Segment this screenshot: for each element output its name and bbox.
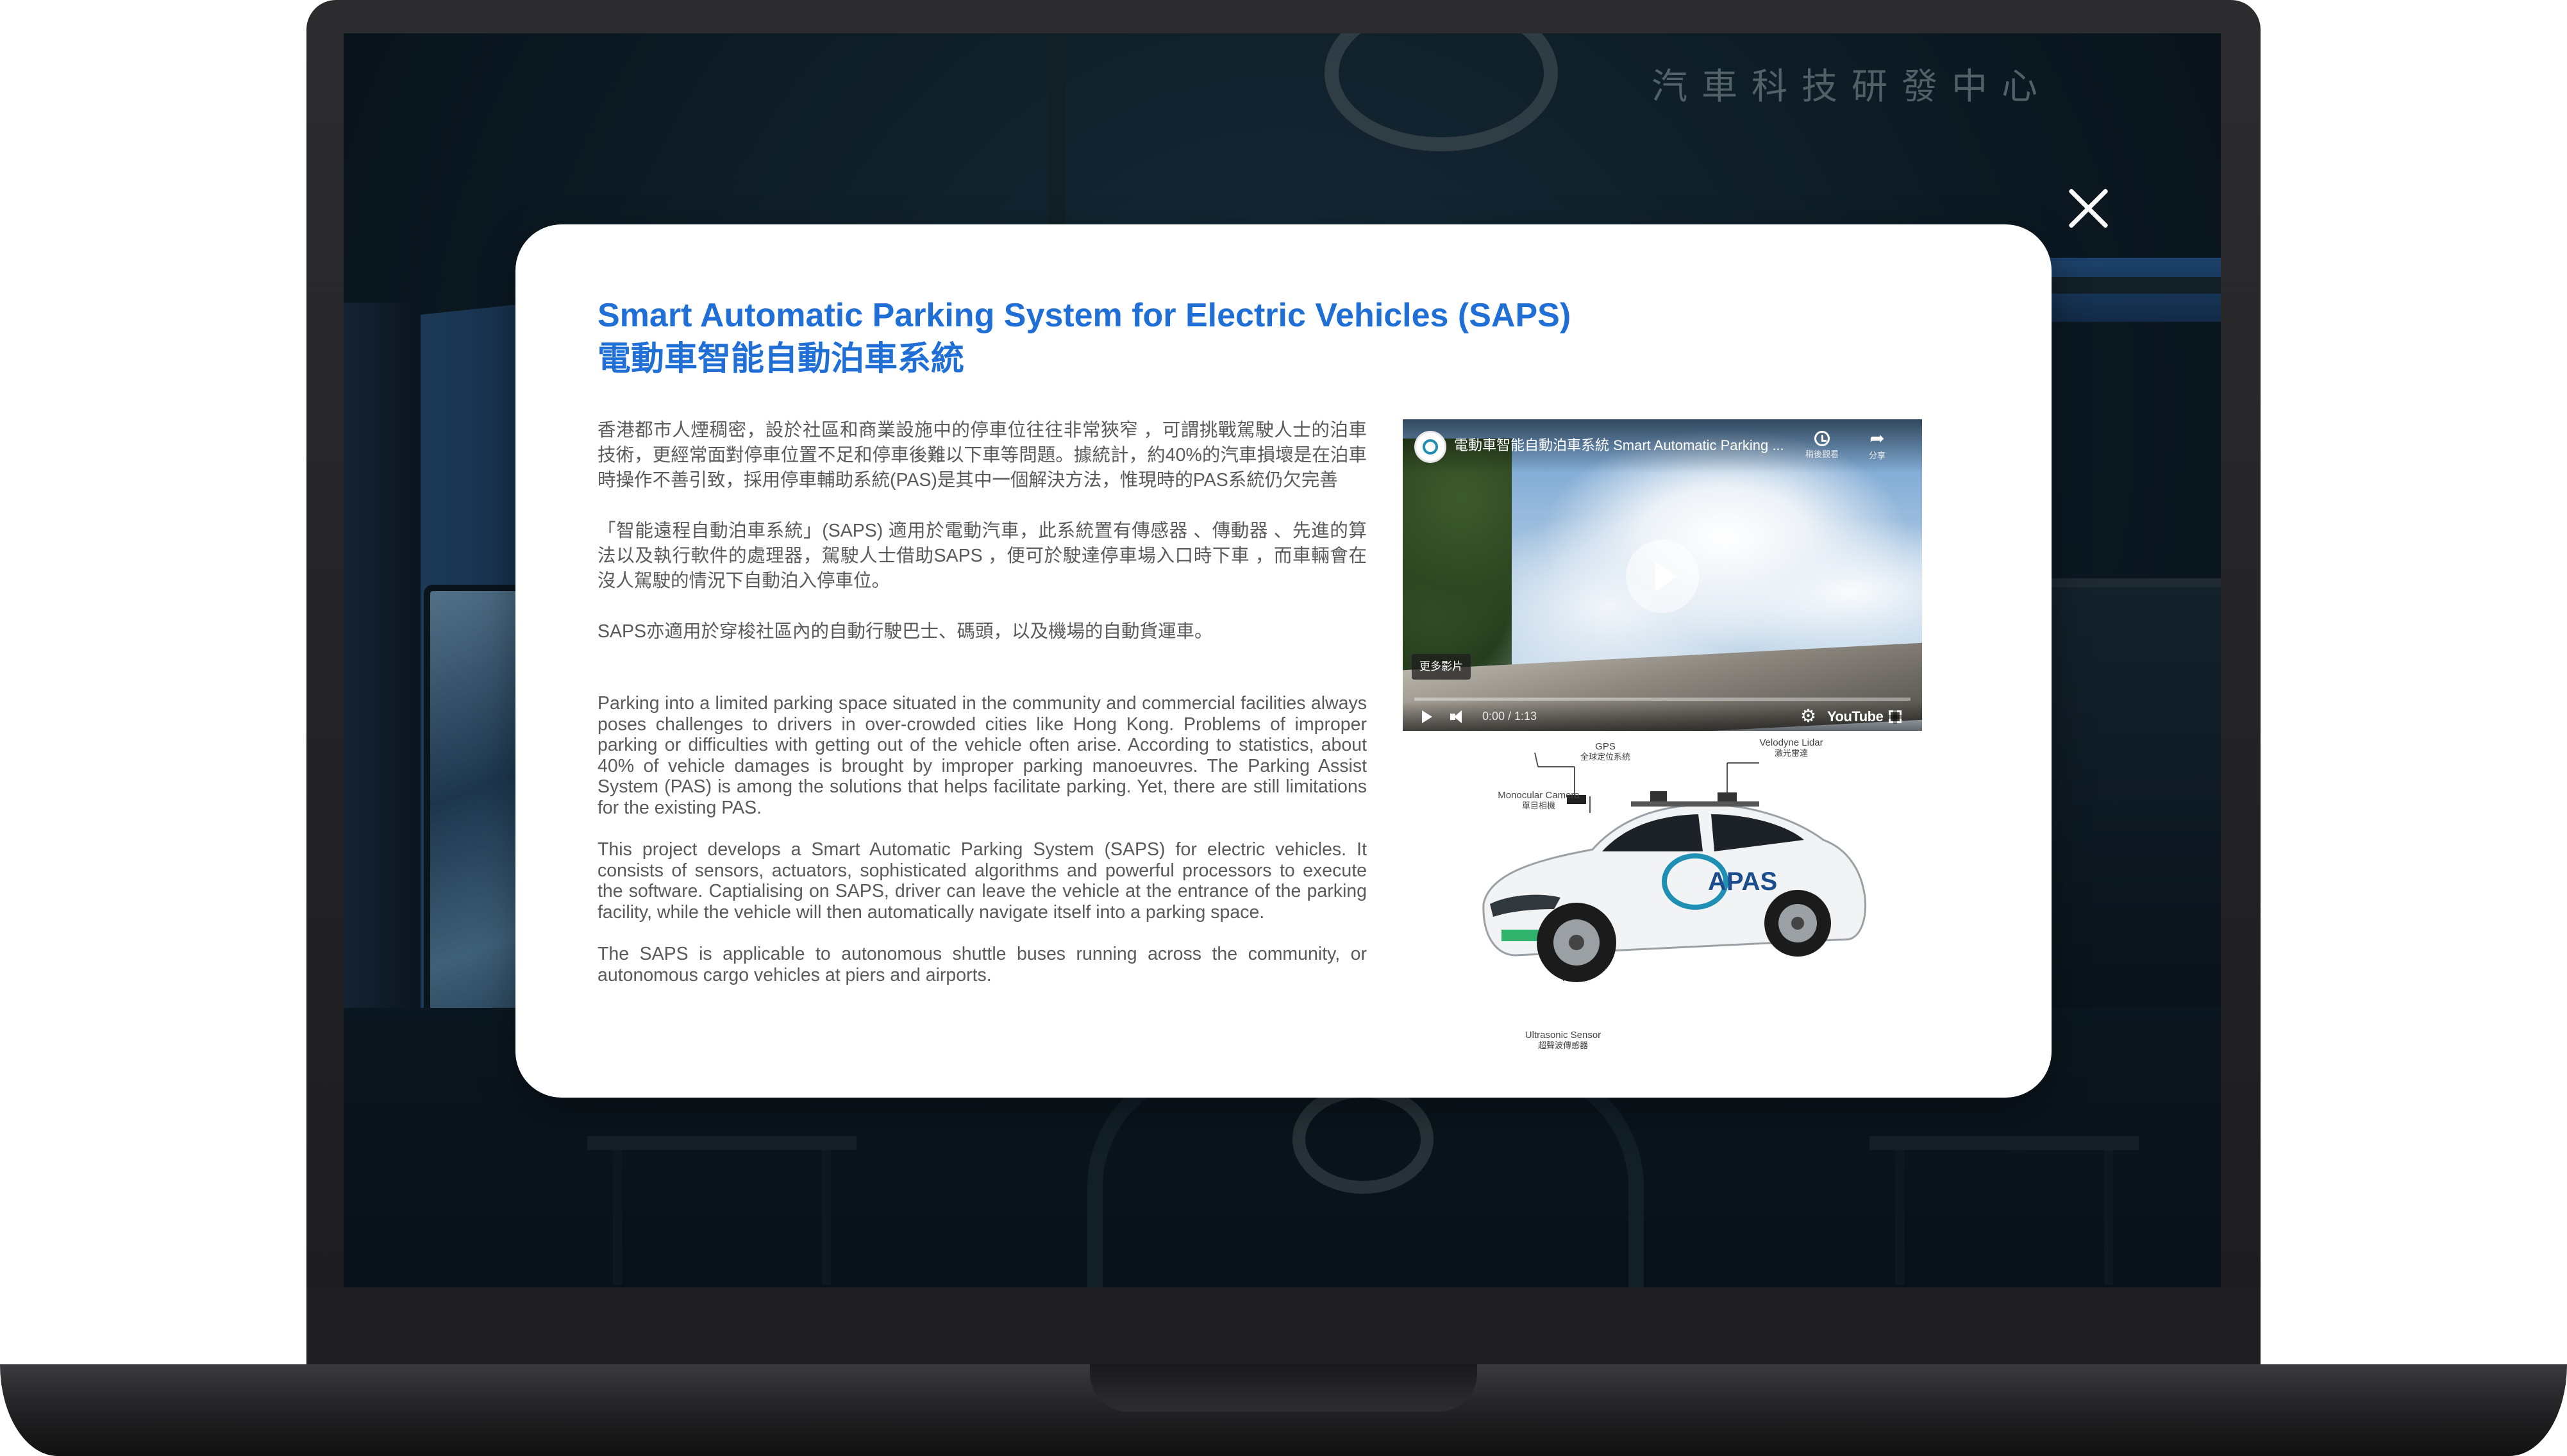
car-sensor-diagram: APAS GPS 全球定位系統 Velodyne Lidar 激光雷達 Mono… bbox=[1464, 737, 1887, 1064]
watch-later-button[interactable]: 稍後觀看 bbox=[1804, 428, 1840, 469]
laptop-bezel bbox=[306, 1287, 2261, 1372]
camera-label-en: Monocular Camera bbox=[1498, 790, 1580, 801]
share-button[interactable]: ➦ 分享 bbox=[1859, 428, 1895, 469]
clock-icon bbox=[1814, 431, 1830, 446]
youtube-video-player[interactable]: 電動車智能自動泊車系統 Smart Automatic Parking ... … bbox=[1403, 419, 1922, 731]
ultrasonic-label-en: Ultrasonic Sensor bbox=[1525, 1030, 1601, 1041]
project-modal: Smart Automatic Parking System for Elect… bbox=[515, 224, 2052, 1098]
title-chinese: 電動車智能自動泊車系統 bbox=[598, 340, 965, 378]
camera-label-zh: 單目相機 bbox=[1521, 801, 1555, 810]
play-icon[interactable] bbox=[1627, 541, 1698, 612]
ultrasonic-label-zh: 超聲波傳感器 bbox=[1537, 1041, 1588, 1050]
title-english: Smart Automatic Parking System for Elect… bbox=[598, 297, 1571, 334]
settings-gear-icon[interactable]: ⚙ bbox=[1800, 707, 1816, 726]
video-progress-bar[interactable] bbox=[1414, 698, 1911, 701]
description-column: 香港都市人煙稠密，設於社區和商業設施中的停車位往往非常狹窄 ，可謂挑戰駕駛人士的… bbox=[598, 418, 1367, 1007]
en-paragraph: This project develops a Smart Automatic … bbox=[598, 839, 1367, 923]
video-controls: 0:00 / 1:13 ⚙ YouTube bbox=[1403, 701, 1922, 731]
share-arrow-icon: ➦ bbox=[1869, 428, 1885, 448]
zh-paragraph: SAPS亦適用於穿梭社區內的自動行駛巴士、碼頭，以及機場的自動貨運車。 bbox=[598, 621, 1213, 642]
share-label: 分享 bbox=[1868, 451, 1886, 460]
gps-label: GPS 全球定位系統 bbox=[1567, 741, 1644, 762]
lidar-label: Velodyne Lidar 激光雷達 bbox=[1721, 737, 1862, 758]
ultrasonic-label: Ultrasonic Sensor 超聲波傳感器 bbox=[1493, 1030, 1634, 1051]
gps-label-zh: 全球定位系統 bbox=[1580, 752, 1630, 762]
zh-paragraph: 香港都市人煙稠密，設於社區和商業設施中的停車位往往非常狹窄 ，可謂挑戰駕駛人士的… bbox=[598, 420, 1367, 490]
fullscreen-icon[interactable] bbox=[1888, 710, 1902, 724]
video-title[interactable]: 電動車智能自動泊車系統 Smart Automatic Parking ... bbox=[1454, 436, 1800, 455]
en-paragraph: The SAPS is applicable to autonomous shu… bbox=[598, 944, 1367, 985]
more-videos-button[interactable]: 更多影片 bbox=[1412, 654, 1471, 680]
watch-later-label: 稍後觀看 bbox=[1805, 449, 1839, 459]
close-button[interactable] bbox=[2064, 185, 2112, 232]
laptop-notch bbox=[1090, 1364, 1477, 1412]
channel-avatar[interactable] bbox=[1414, 431, 1446, 463]
lidar-label-zh: 激光雷達 bbox=[1774, 748, 1808, 758]
zh-paragraph: 「智能遠程自動泊車系統」(SAPS) 適用於電動汽車，此系統置有傳感器 、傳動器… bbox=[598, 521, 1367, 591]
youtube-logo[interactable]: YouTube bbox=[1827, 708, 1884, 726]
modal-title: Smart Automatic Parking System for Elect… bbox=[598, 294, 1687, 381]
english-description: Parking into a limited parking space sit… bbox=[598, 693, 1367, 985]
volume-icon[interactable] bbox=[1450, 709, 1466, 724]
en-paragraph: Parking into a limited parking space sit… bbox=[598, 693, 1367, 818]
lidar-label-en: Velodyne Lidar bbox=[1759, 737, 1823, 748]
video-time: 0:00 / 1:13 bbox=[1482, 710, 1537, 723]
car-logo-text: APAS bbox=[1708, 867, 1777, 896]
gps-label-en: GPS bbox=[1595, 741, 1616, 752]
camera-label: Monocular Camera 單目相機 bbox=[1468, 790, 1609, 811]
control-play-icon[interactable] bbox=[1422, 710, 1432, 723]
